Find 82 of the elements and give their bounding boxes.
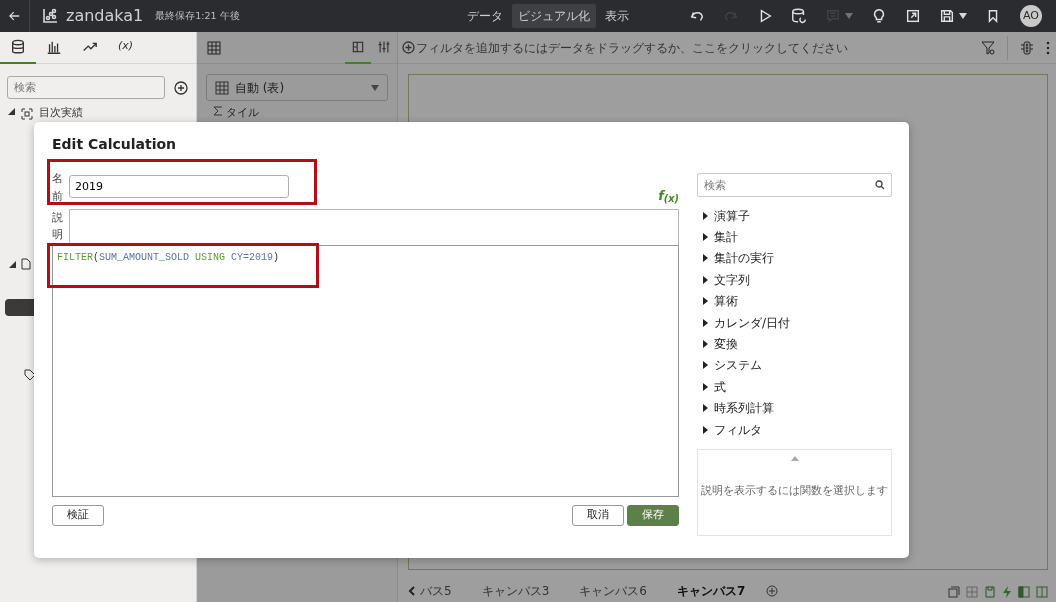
function-group[interactable]: 文字列 xyxy=(697,269,756,291)
search-field[interactable]: 検索 xyxy=(7,76,165,99)
document-icon xyxy=(21,258,31,270)
project-title: zandaka1 xyxy=(66,5,144,27)
description-label: 説明 xyxy=(52,209,63,244)
function-group[interactable]: 演算子 xyxy=(697,205,756,227)
tag-icon xyxy=(24,368,36,381)
caret-icon xyxy=(845,13,853,19)
canvas-tab[interactable]: キャンバス3 xyxy=(466,584,565,598)
plus-circle-icon xyxy=(402,41,415,54)
name-label: 名前 xyxy=(52,171,63,205)
chevron-left-icon xyxy=(408,586,416,596)
database-icon xyxy=(10,38,26,55)
panel-left-icon xyxy=(1018,586,1030,598)
sigma-icon xyxy=(213,106,223,116)
panel-split-icon xyxy=(1036,586,1048,598)
dialog-title: Edit Calculation xyxy=(52,135,178,154)
expand-arrow-icon xyxy=(703,297,708,306)
expand-arrow-icon xyxy=(703,275,708,284)
plus-circle-icon xyxy=(766,585,779,597)
filter-icon xyxy=(981,40,995,55)
expand-arrow-icon xyxy=(703,254,708,263)
canvas-tab[interactable]: キャンバス7 xyxy=(661,584,761,598)
more-icon xyxy=(1046,40,1050,55)
expand-arrow-icon xyxy=(703,340,708,349)
last-saved-text: 最終保存1:21 午後 xyxy=(155,8,240,23)
name-field[interactable]: 2019 xyxy=(69,175,289,198)
function-group[interactable]: 集計の実行 xyxy=(697,247,780,270)
search-icon xyxy=(875,180,885,190)
dialog-button[interactable]: 検証 xyxy=(52,504,104,526)
help-text: 説明を表示するには関数を選択します xyxy=(701,483,888,499)
save-icon xyxy=(984,586,996,598)
mode-tab[interactable]: データ xyxy=(460,4,509,28)
sliders-icon xyxy=(377,39,391,54)
grid-icon xyxy=(966,586,978,598)
lightning-icon xyxy=(1002,586,1012,598)
visualization-type-dropdown[interactable]: 自動 (表) xyxy=(206,74,388,101)
caret-icon xyxy=(959,13,967,19)
user-avatar[interactable]: AO xyxy=(1020,5,1042,27)
scatter-chart-icon xyxy=(42,8,58,24)
function-button[interactable]: f$_{(x)}$ xyxy=(658,186,679,206)
mode-tab[interactable]: 表示 xyxy=(598,4,635,28)
expression-code: FILTER(SUM_AMOUNT_SOLD USING CY=2019) xyxy=(57,250,280,265)
section-label: タイル xyxy=(226,106,259,119)
filter-prompt[interactable]: フィルタを追加するにはデータをドラッグするか、ここをクリックしてください xyxy=(416,38,848,57)
function-group[interactable]: カレンダ/日付 xyxy=(697,311,797,334)
copy-icon xyxy=(948,586,960,598)
calculations-tab[interactable]: (x) xyxy=(108,31,144,64)
tree-item-label: 目次実績 xyxy=(39,108,83,118)
function-group[interactable]: 時系列計算 xyxy=(697,397,780,419)
collapse-toggle-icon xyxy=(9,260,16,268)
expand-arrow-icon xyxy=(703,382,708,391)
expand-arrow-icon xyxy=(703,233,708,242)
function-group[interactable]: 算術 xyxy=(697,290,744,312)
focus-frame-icon xyxy=(21,108,33,120)
scroll-up-icon xyxy=(790,456,799,461)
expand-arrow-icon xyxy=(703,318,708,327)
function-group[interactable]: 変換 xyxy=(697,333,744,355)
expression-editor[interactable]: FILTER(SUM_AMOUNT_SOLD USING CY=2019) xyxy=(52,244,679,497)
function-group[interactable]: 式 xyxy=(697,376,732,398)
expand-arrow-icon xyxy=(703,211,708,220)
dialog-button[interactable]: 保存 xyxy=(627,504,679,526)
table-icon xyxy=(215,80,229,95)
caret-icon xyxy=(371,84,379,91)
function-group[interactable]: フィルタ xyxy=(697,418,768,441)
function-group[interactable]: 集計 xyxy=(697,226,744,248)
function-group[interactable]: システム xyxy=(697,354,768,377)
back-arrow-icon xyxy=(9,10,20,22)
table-icon xyxy=(207,40,221,55)
collapse-toggle-icon xyxy=(8,108,15,115)
description-field[interactable] xyxy=(69,208,679,245)
canvas-tab[interactable]: バス5 xyxy=(416,584,467,598)
layout-icon xyxy=(351,39,365,54)
function-search-field[interactable]: 検索 xyxy=(697,173,892,197)
expand-arrow-icon xyxy=(703,404,708,413)
mode-tab[interactable]: ビジュアル化 xyxy=(511,4,596,28)
canvas-tab[interactable]: キャンバス6 xyxy=(564,584,662,598)
expand-arrow-icon xyxy=(703,361,708,370)
dialog-button[interactable]: 取消 xyxy=(572,504,624,526)
traffic-light-icon xyxy=(1020,40,1034,55)
expand-arrow-icon xyxy=(703,425,708,434)
plus-circle-icon xyxy=(174,80,188,95)
